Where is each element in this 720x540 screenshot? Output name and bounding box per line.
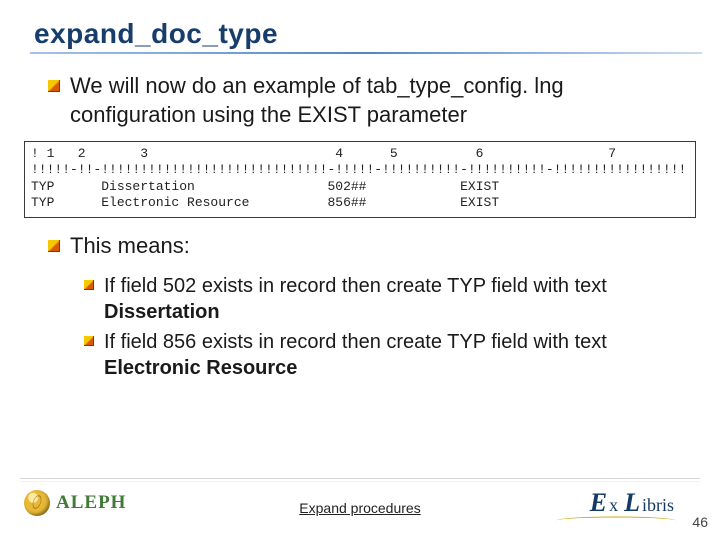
bullet-icon: [48, 80, 60, 92]
page-number: 46: [692, 514, 708, 530]
bullet-icon: [84, 280, 94, 290]
intro-text: We will now do an example of tab_type_co…: [70, 72, 686, 129]
footer-right-brand: Ex Libris: [590, 488, 674, 518]
title-underline: [30, 52, 702, 54]
bullet-icon: [84, 336, 94, 346]
footer-rule: [20, 478, 700, 482]
slide: expand_doc_type We will now do an exampl…: [0, 0, 720, 540]
code-row-1: TYP Electronic Resource 856## EXIST: [31, 195, 499, 210]
sub-bullet-0: If field 502 exists in record then creat…: [84, 273, 676, 325]
bullet-means: This means:: [48, 232, 686, 261]
content-area: We will now do an example of tab_type_co…: [14, 72, 706, 381]
code-ruler: !!!!!-!!-!!!!!!!!!!!!!!!!!!!!!!!!!!!!!-!…: [31, 162, 686, 177]
means-1: If field 856 exists in record then creat…: [104, 329, 676, 381]
code-row-0: TYP Dissertation 502## EXIST: [31, 179, 499, 194]
sub-bullet-1: If field 856 exists in record then creat…: [84, 329, 676, 381]
bullet-intro: We will now do an example of tab_type_co…: [48, 72, 686, 129]
bullet-icon: [48, 240, 60, 252]
means-0: If field 502 exists in record then creat…: [104, 273, 676, 325]
code-header: ! 1 2 3 4 5 6 7: [31, 146, 616, 161]
slide-title: expand_doc_type: [34, 18, 706, 50]
swoosh-icon: [556, 517, 676, 522]
means-label: This means:: [70, 232, 190, 261]
footer: ALEPH Expand procedures Ex Libris 46: [0, 478, 720, 540]
code-box: ! 1 2 3 4 5 6 7 !!!!!-!!-!!!!!!!!!!!!!!!…: [24, 141, 696, 218]
